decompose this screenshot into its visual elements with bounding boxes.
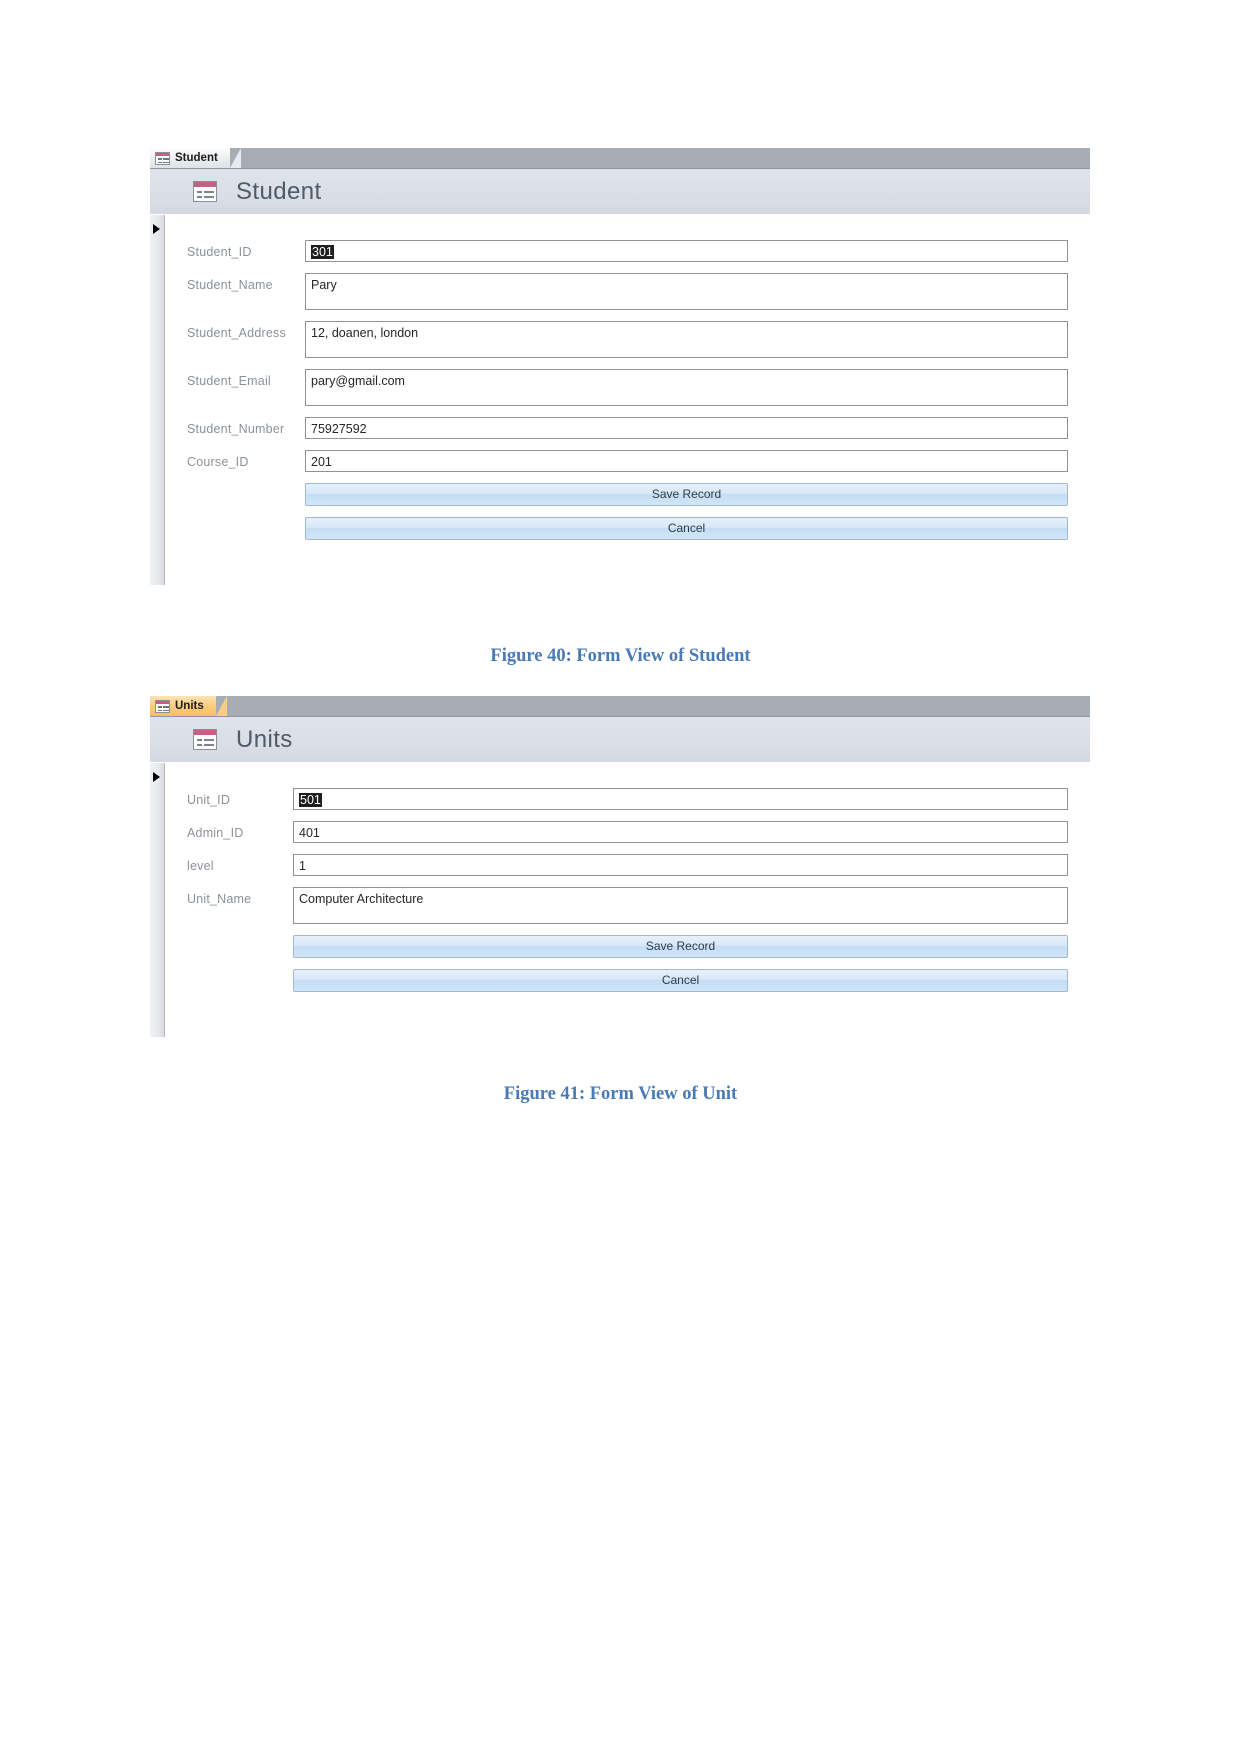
input-level[interactable]: 1: [293, 854, 1068, 876]
field-row-course-id: Course_ID 201: [165, 450, 1068, 472]
document-tab-student[interactable]: Student: [150, 148, 241, 168]
save-record-button[interactable]: Save Record: [293, 935, 1068, 958]
table-form-icon: [155, 699, 170, 713]
label-student-number: Student_Number: [187, 422, 285, 436]
record-arrow-icon: [153, 224, 160, 234]
save-record-button[interactable]: Save Record: [305, 483, 1068, 506]
cancel-button[interactable]: Cancel: [305, 517, 1068, 540]
label-student-name: Student_Name: [187, 278, 273, 292]
units-field-list: Unit_ID 501 Admin_ID 401 level 1 Unit_Na…: [165, 763, 1090, 1037]
document-tab-units-label: Units: [175, 700, 204, 712]
document-tab-student-label: Student: [175, 152, 218, 164]
field-row-student-number: Student_Number 75927592: [165, 417, 1068, 439]
input-student-id-value: 301: [311, 245, 334, 259]
wrap: Save Record: [293, 935, 1068, 958]
student-form-window: Student Student Student_ID 301 Student_N…: [150, 148, 1090, 603]
label-student-id: Student_ID: [187, 245, 252, 259]
input-student-id[interactable]: 301: [305, 240, 1068, 262]
table-form-icon: [155, 151, 170, 165]
label-unit-id: Unit_ID: [187, 793, 231, 807]
student-cancel-row: Cancel: [165, 517, 1068, 540]
figure-caption-41: Figure 41: Form View of Unit: [503, 1084, 738, 1104]
input-unit-name[interactable]: Computer Architecture: [293, 887, 1068, 924]
input-student-address[interactable]: 12, doanen, london: [305, 321, 1068, 358]
units-form-window: Units Units Unit_ID 501 Admin_ID 401 lev…: [150, 696, 1090, 1081]
table-form-icon: [193, 729, 217, 750]
label-student-address: Student_Address: [187, 326, 286, 340]
student-form-body: Student_ID 301 Student_Name Pary Student…: [150, 215, 1090, 585]
units-tab-strip: Units: [150, 696, 1090, 717]
wrap: Cancel: [305, 517, 1068, 540]
field-row-admin-id: Admin_ID 401: [165, 821, 1068, 843]
input-course-id[interactable]: 201: [305, 450, 1068, 472]
label-student-email: Student_Email: [187, 374, 271, 388]
field-row-student-address: Student_Address 12, doanen, london: [165, 321, 1068, 358]
field-row-student-id: Student_ID 301: [165, 240, 1068, 262]
page-title: Units: [236, 725, 293, 753]
units-form-header: Units: [150, 717, 1090, 763]
student-save-row: Save Record: [165, 483, 1068, 506]
student-window-footer: [150, 585, 1090, 603]
label-unit-name: Unit_Name: [187, 892, 252, 906]
student-field-list: Student_ID 301 Student_Name Pary Student…: [165, 215, 1090, 585]
label-level: level: [187, 859, 214, 873]
cancel-button[interactable]: Cancel: [293, 969, 1068, 992]
figure-caption-40: Figure 40: Form View of Student: [490, 646, 751, 666]
field-row-student-email: Student_Email pary@gmail.com: [165, 369, 1068, 406]
page-title: Student: [236, 177, 322, 205]
wrap: Save Record: [305, 483, 1068, 506]
units-form-body: Unit_ID 501 Admin_ID 401 level 1 Unit_Na…: [150, 763, 1090, 1037]
units-cancel-row: Cancel: [165, 969, 1068, 992]
record-selector[interactable]: [150, 763, 165, 1037]
field-row-level: level 1: [165, 854, 1068, 876]
units-window-footer: [150, 1037, 1090, 1081]
table-form-icon: [193, 181, 217, 202]
document-page: Student Student Student_ID 301 Student_N…: [0, 0, 1241, 1754]
field-row-unit-name: Unit_Name Computer Architecture: [165, 887, 1068, 924]
label-course-id: Course_ID: [187, 455, 249, 469]
input-unit-id-value: 501: [299, 793, 322, 807]
input-student-email[interactable]: pary@gmail.com: [305, 369, 1068, 406]
field-row-student-name: Student_Name Pary: [165, 273, 1068, 310]
input-student-name[interactable]: Pary: [305, 273, 1068, 310]
record-arrow-icon: [153, 772, 160, 782]
document-tab-units[interactable]: Units: [150, 696, 227, 716]
student-tab-strip: Student: [150, 148, 1090, 169]
record-selector[interactable]: [150, 215, 165, 585]
label-admin-id: Admin_ID: [187, 826, 244, 840]
student-form-header: Student: [150, 169, 1090, 215]
field-row-unit-id: Unit_ID 501: [165, 788, 1068, 810]
input-student-number[interactable]: 75927592: [305, 417, 1068, 439]
units-save-row: Save Record: [165, 935, 1068, 958]
wrap: Cancel: [293, 969, 1068, 992]
input-admin-id[interactable]: 401: [293, 821, 1068, 843]
input-unit-id[interactable]: 501: [293, 788, 1068, 810]
